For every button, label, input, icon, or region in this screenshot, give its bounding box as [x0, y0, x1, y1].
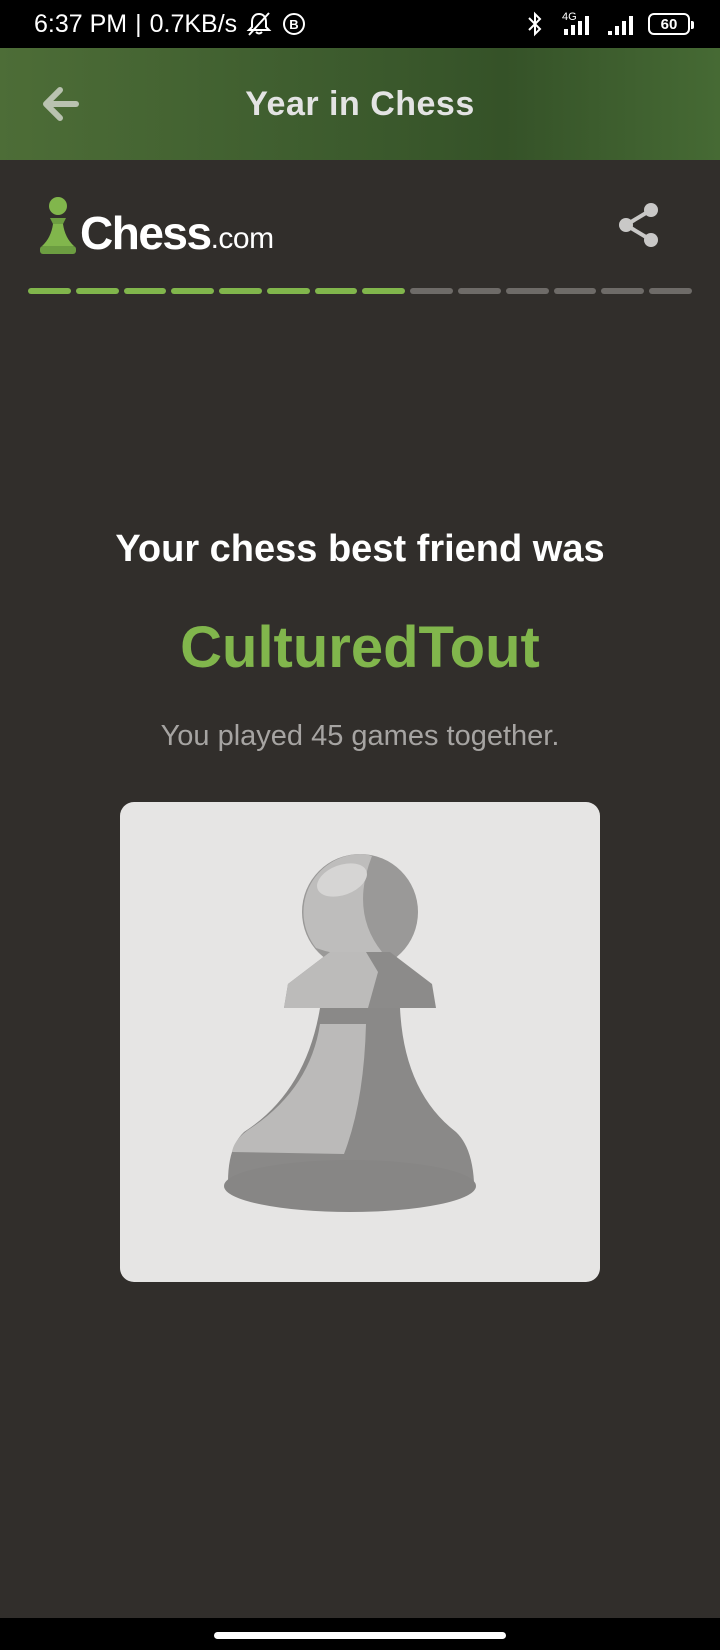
arrow-left-icon: [43, 87, 79, 121]
logo-suffix: .com: [210, 222, 275, 255]
progress-segment: [171, 288, 215, 294]
friend-avatar[interactable]: [120, 802, 600, 1282]
bluetooth-icon: [524, 10, 546, 38]
share-icon: [619, 203, 658, 247]
mute-icon: [245, 10, 273, 38]
status-time: 6:37 PM: [34, 9, 128, 38]
signal-icon: 4G: [556, 10, 596, 38]
network-type: 4G: [562, 11, 577, 23]
page-title: Year in Chess: [245, 84, 475, 123]
app-bar: Year in Chess: [0, 48, 720, 160]
status-left: 6:37 PM | 0.7KB/s B: [34, 10, 307, 39]
status-right: 4G 60: [524, 10, 694, 38]
share-button[interactable]: [612, 198, 666, 252]
progress-segment: [266, 288, 310, 294]
pawn-avatar-icon: [224, 854, 476, 1212]
logo-brand: Chess: [80, 207, 212, 259]
progress-segment: [649, 288, 692, 294]
progress-segment: [75, 288, 119, 294]
signal-icon: [606, 10, 638, 38]
svg-text:B: B: [289, 17, 298, 32]
battery-level: 60: [660, 15, 678, 33]
story-progress: [28, 288, 692, 294]
progress-segment: [601, 288, 645, 294]
status-speed: 0.7KB/s: [149, 9, 238, 38]
status-bar: 6:37 PM | 0.7KB/s B 4G 60: [0, 0, 720, 48]
system-nav-bar: [0, 1618, 720, 1650]
progress-segment: [362, 288, 406, 294]
progress-segment: [410, 288, 454, 294]
status-separator: |: [135, 9, 142, 38]
progress-segment: [219, 288, 262, 294]
progress-segment: [28, 288, 71, 294]
chess-com-logo: Chess .com: [36, 194, 274, 256]
progress-segment: [314, 288, 358, 294]
progress-segment: [123, 288, 167, 294]
pawn-icon: [40, 197, 76, 254]
progress-segment: [505, 288, 549, 294]
logo-row: Chess .com: [0, 160, 720, 280]
battery-icon: 60: [648, 13, 694, 35]
progress-segment: [553, 288, 597, 294]
b-icon: B: [281, 11, 307, 37]
heading: Your chess best friend was: [115, 528, 605, 570]
back-button[interactable]: [30, 74, 90, 134]
home-indicator[interactable]: [214, 1632, 506, 1639]
friend-name[interactable]: CulturedTout: [0, 614, 720, 681]
progress-segment: [458, 288, 501, 294]
games-count-text: You played 45 games together.: [160, 720, 560, 752]
